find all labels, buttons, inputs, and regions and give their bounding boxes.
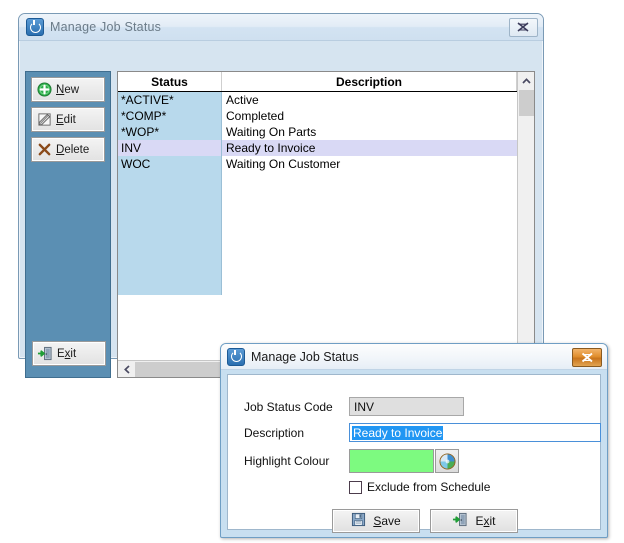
delete-button[interactable]: Delete bbox=[31, 137, 105, 162]
description-label: Description bbox=[244, 425, 305, 440]
close-icon bbox=[581, 352, 593, 363]
highlight-colour-label: Highlight Colour bbox=[244, 454, 330, 468]
vertical-scrollbar-thumb[interactable] bbox=[519, 90, 534, 116]
power-app-icon bbox=[26, 18, 44, 36]
job-status-code-label: Job Status Code bbox=[244, 399, 333, 414]
dialog-close-button[interactable] bbox=[572, 348, 602, 367]
brown-x-icon bbox=[32, 142, 56, 157]
chevron-left-icon bbox=[123, 365, 130, 374]
main-window-body: New Edit Delete Exit Status Description … bbox=[19, 40, 543, 378]
chevron-up-icon bbox=[522, 77, 531, 84]
screen: Manage Job Status New Edit Delete Exit S… bbox=[0, 0, 624, 543]
table-row[interactable]: WOC Waiting On Customer bbox=[118, 156, 534, 172]
power-app-icon bbox=[227, 347, 245, 366]
grid-header-row: Status Description bbox=[118, 72, 534, 92]
dialog-title: Manage Job Status bbox=[251, 349, 359, 364]
table-row[interactable]: *ACTIVE* Active bbox=[118, 92, 534, 108]
edit-button-label: Edit bbox=[56, 113, 76, 126]
dialog-exit-button-label: Exit bbox=[475, 514, 496, 528]
scroll-up-button[interactable] bbox=[518, 72, 535, 89]
cell-description: Completed bbox=[222, 108, 534, 124]
cell-status: INV bbox=[118, 140, 222, 156]
dialog-button-bar: Save Exit bbox=[332, 509, 518, 533]
description-input[interactable]: Ready to Invoice bbox=[349, 423, 601, 442]
table-row-selected[interactable]: INV Ready to Invoice bbox=[118, 140, 534, 156]
exit-button-label: Exit bbox=[57, 347, 77, 360]
window-close-button[interactable] bbox=[509, 18, 538, 37]
delete-button-label: Delete bbox=[56, 143, 90, 156]
job-status-code-row: Job Status Code INV bbox=[244, 397, 464, 416]
exit-button[interactable]: Exit bbox=[32, 341, 106, 366]
colour-palette-icon[interactable] bbox=[435, 449, 459, 473]
cell-status: *ACTIVE* bbox=[118, 92, 222, 108]
close-icon bbox=[517, 22, 529, 32]
new-button-label: New bbox=[56, 83, 80, 96]
exclude-from-schedule-checkbox[interactable] bbox=[349, 480, 362, 494]
table-row[interactable]: *COMP* Completed bbox=[118, 108, 534, 124]
description-input-value: Ready to Invoice bbox=[352, 425, 444, 440]
grid-empty-status-area bbox=[118, 172, 222, 295]
exclude-from-schedule-label: Exclude from Schedule bbox=[367, 480, 491, 494]
highlight-colour-swatch[interactable] bbox=[349, 449, 434, 473]
window-title: Manage Job Status bbox=[50, 20, 162, 34]
pencil-notepad-icon bbox=[32, 112, 56, 127]
floppy-save-icon bbox=[351, 512, 366, 530]
save-button-label: Save bbox=[373, 514, 401, 528]
vertical-scrollbar[interactable] bbox=[517, 72, 534, 377]
door-exit-icon bbox=[452, 512, 468, 530]
exclude-from-schedule-row[interactable]: Exclude from Schedule bbox=[349, 480, 490, 494]
highlight-colour-row: Highlight Colour bbox=[244, 449, 459, 473]
cell-description: Ready to Invoice bbox=[222, 140, 534, 156]
edit-job-status-dialog: Manage Job Status Job Status Code INV De… bbox=[220, 343, 608, 538]
grid-rows: *ACTIVE* Active *COMP* Completed *WOP* W… bbox=[118, 92, 534, 295]
dialog-exit-button[interactable]: Exit bbox=[430, 509, 518, 533]
dialog-body: Job Status Code INV Description Ready to… bbox=[227, 374, 601, 533]
job-status-grid: Status Description *ACTIVE* Active *COMP… bbox=[117, 71, 535, 378]
dialog-titlebar: Manage Job Status bbox=[221, 344, 607, 370]
column-header-description[interactable]: Description bbox=[222, 72, 517, 91]
cell-description: Waiting On Parts bbox=[222, 124, 534, 140]
cell-status: *COMP* bbox=[118, 108, 222, 124]
cell-status: *WOP* bbox=[118, 124, 222, 140]
save-button[interactable]: Save bbox=[332, 509, 420, 533]
description-row: Description Ready to Invoice bbox=[244, 423, 601, 442]
column-header-status[interactable]: Status bbox=[118, 72, 222, 91]
scroll-left-button[interactable] bbox=[118, 361, 135, 378]
manage-job-status-window: Manage Job Status New Edit Delete Exit S… bbox=[18, 13, 544, 378]
cell-description: Waiting On Customer bbox=[222, 156, 534, 172]
job-status-code-input[interactable]: INV bbox=[349, 397, 464, 416]
cell-description: Active bbox=[222, 92, 534, 108]
door-exit-icon bbox=[33, 346, 57, 361]
new-button[interactable]: New bbox=[31, 77, 105, 102]
action-sidebar: New Edit Delete Exit bbox=[25, 71, 111, 378]
main-titlebar: Manage Job Status bbox=[19, 14, 543, 41]
cell-status: WOC bbox=[118, 156, 222, 172]
edit-button[interactable]: Edit bbox=[31, 107, 105, 132]
table-row[interactable]: *WOP* Waiting On Parts bbox=[118, 124, 534, 140]
green-plus-icon bbox=[32, 82, 56, 97]
